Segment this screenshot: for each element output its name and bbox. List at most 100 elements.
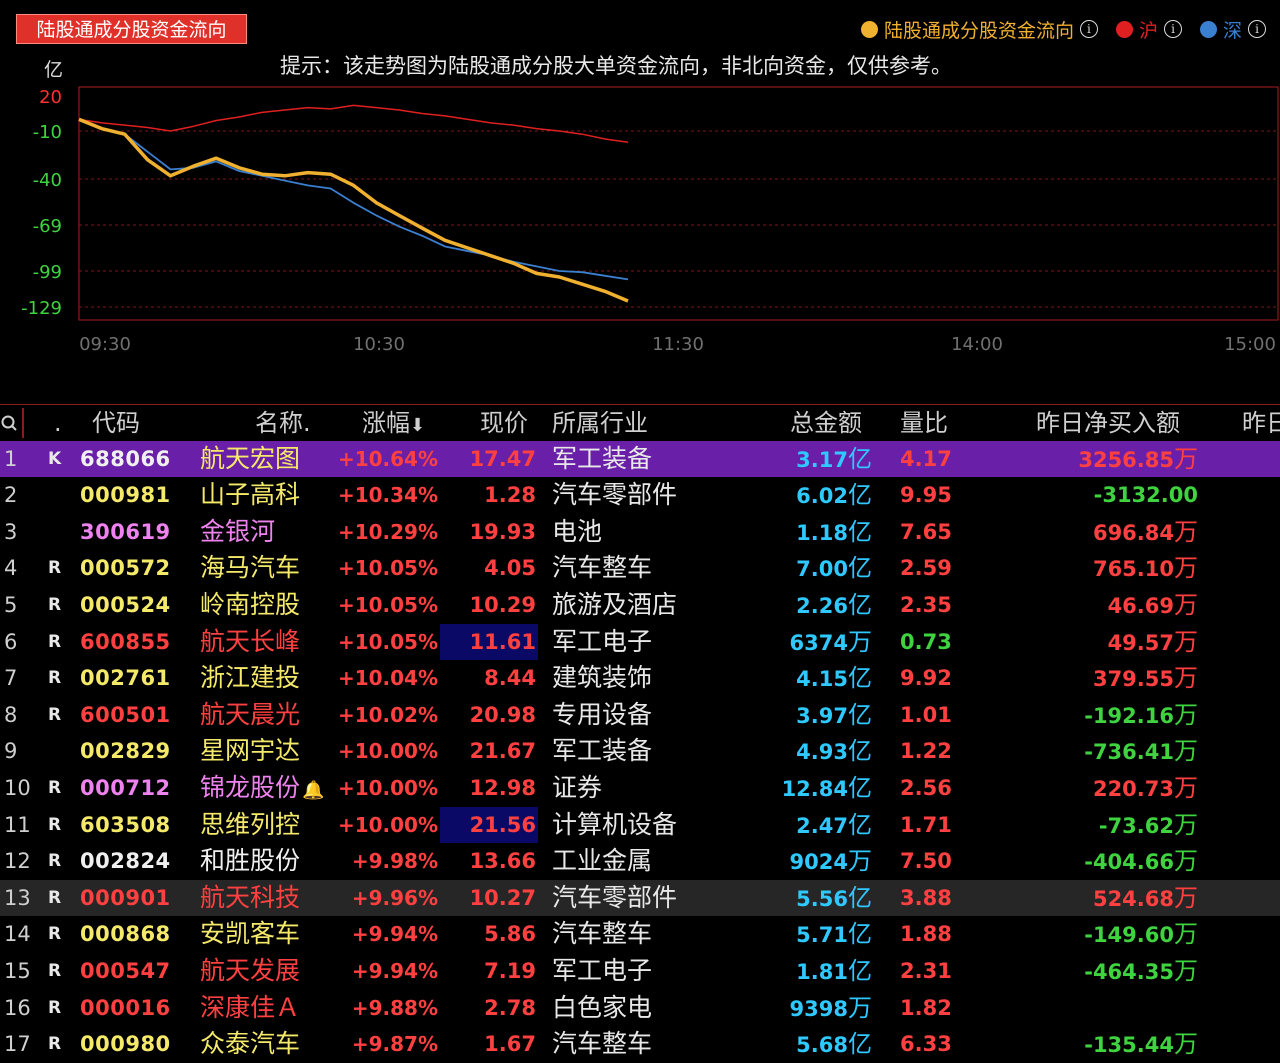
row-index: 4 — [4, 556, 18, 581]
info-icon[interactable]: i — [1163, 20, 1182, 38]
industry: 证券 — [552, 772, 603, 802]
table-row[interactable]: 7 R 002761 浙江建投 +10.04% 8.44 建筑装饰 4.15亿 9.92 379.… — [0, 660, 1280, 697]
total-amount: 6.02亿 — [796, 481, 872, 510]
net-buy: 3256.85万 — [1078, 444, 1198, 473]
header-change[interactable]: 涨幅⬇ — [362, 405, 425, 441]
industry: 军工电子 — [552, 626, 653, 656]
stock-code: 603508 — [80, 812, 171, 837]
net-buy: -149.60万 — [1084, 920, 1198, 949]
row-index: 6 — [4, 629, 18, 654]
net-unit: 万 — [1174, 883, 1198, 912]
volume-ratio: 1.82 — [900, 995, 952, 1020]
table-row[interactable]: 8 R 600501 航天晨光 +10.02% 20.98 专用设备 3.97亿 1.01 -19… — [0, 697, 1280, 734]
table-row[interactable]: 11 R 603508 思维列控 +10.00% 21.56 计算机设备 2.47亿 1.71 -… — [0, 806, 1280, 844]
change-pct: +10.02% — [337, 702, 438, 727]
row-flag: R — [48, 704, 62, 725]
table-row[interactable]: 12 R 002824 和胜股份 +9.98% 13.66 工业金属 9024万 7.50 -40… — [0, 843, 1280, 880]
table-row[interactable]: 1 K 688066 航天宏图 +10.64% 17.47 军工装备 3.17亿 4.17 325… — [0, 440, 1280, 477]
net-unit: 万 — [1174, 700, 1198, 729]
stock-name: 思维列控 — [200, 809, 301, 839]
table-row[interactable]: 6 R 600855 航天长峰 +10.05% 11.61 军工电子 6374万 0.73 49.… — [0, 623, 1280, 661]
volume-ratio: 4.17 — [900, 446, 952, 471]
table-row[interactable]: 5 R 000524 岭南控股 +10.05% 10.29 旅游及酒店 2.26亿 2.35 46… — [0, 587, 1280, 624]
volume-ratio: 0.73 — [900, 629, 952, 654]
table-row[interactable]: 2 000981 山子高科 +10.34% 1.28 汽车零部件 6.02亿 9.95 -313… — [0, 477, 1280, 514]
net-buy: 49.57万 — [1107, 627, 1198, 656]
header-price[interactable]: 现价 — [480, 405, 528, 441]
search-icon[interactable] — [0, 405, 22, 441]
net-buy: -73.62万 — [1098, 810, 1198, 839]
industry: 汽车整车 — [552, 919, 653, 949]
x-tick-label: 15:00 — [1224, 334, 1276, 355]
row-index: 8 — [4, 702, 18, 727]
stock-name: 安凯客车 — [200, 919, 301, 949]
total-amount: 5.56亿 — [796, 883, 872, 912]
legend-item[interactable]: 陆股通成分股资金流向 i — [860, 16, 1098, 43]
legend-label: 陆股通成分股资金流向 — [883, 19, 1074, 42]
bell-icon[interactable]: 🔔 — [302, 780, 324, 801]
stock-code: 002761 — [80, 666, 171, 691]
legend-item[interactable]: 深i — [1199, 16, 1266, 43]
industry: 汽车零部件 — [552, 882, 678, 912]
net-unit: 万 — [1174, 590, 1198, 619]
volume-ratio: 2.31 — [900, 958, 952, 983]
change-pct: +10.05% — [337, 592, 438, 617]
net-unit: 万 — [1174, 664, 1198, 693]
table-row[interactable]: 15 R 000547 航天发展 +9.94% 7.19 军工电子 1.81亿 2.31 -464… — [0, 953, 1280, 990]
row-flag — [48, 514, 68, 550]
stock-name: 和胜股份 — [200, 846, 301, 876]
table-row[interactable]: 14 R 000868 安凯客车 +9.94% 5.86 汽车整车 5.71亿 1.88 -149… — [0, 916, 1280, 953]
amount-unit: 亿 — [848, 773, 872, 802]
industry: 汽车整车 — [552, 553, 653, 583]
total-amount: 4.93亿 — [796, 737, 872, 766]
header-code[interactable]: 代码 — [92, 405, 140, 441]
stock-code: 688066 — [80, 446, 171, 471]
stock-name: 浙江建投 — [200, 663, 301, 693]
table-row[interactable]: 10 R 000712 锦龙股份 🔔 +10.00% 12.98 证券 12.84亿 2.56 22… — [0, 770, 1280, 807]
row-index: 1 — [4, 446, 18, 471]
net-unit: 万 — [1174, 554, 1198, 583]
industry: 专用设备 — [552, 699, 653, 729]
current-price: 1.67 — [484, 1032, 536, 1057]
table-row[interactable]: 3 300619 金银河 +10.29% 19.93 电池 1.18亿 7.65 696.84万 — [0, 514, 1280, 551]
amount-unit: 亿 — [848, 554, 872, 583]
current-price: 13.66 — [469, 849, 536, 874]
table-row[interactable]: 16 R 000016 深康佳Ａ +9.88% 2.78 白色家电 9398万 1.82 — [0, 990, 1280, 1027]
y-axis-unit: 亿 — [44, 59, 64, 81]
table-row[interactable]: 17 R 000980 众泰汽车 +9.87% 1.67 汽车整车 5.68亿 6.33 -135… — [0, 1026, 1280, 1063]
header-dot[interactable]: . — [54, 405, 62, 441]
change-pct: +10.00% — [337, 812, 438, 837]
stock-name: 航天晨光 — [200, 699, 301, 729]
net-buy: 379.55万 — [1092, 664, 1198, 693]
stock-code: 000901 — [80, 885, 171, 910]
row-index: 2 — [4, 483, 18, 508]
info-icon[interactable]: i — [1079, 20, 1098, 38]
header-amount[interactable]: 总金额 — [790, 405, 862, 441]
change-pct: +10.05% — [337, 556, 438, 581]
table-row[interactable]: 4 R 000572 海马汽车 +10.05% 4.05 汽车整车 7.00亿 2.59 765.… — [0, 550, 1280, 587]
change-pct: +9.87% — [351, 1032, 438, 1057]
stock-code: 600855 — [80, 629, 171, 654]
stock-name: 航天发展 — [200, 955, 301, 985]
header-net-buy[interactable]: 昨日净买入额 — [1036, 405, 1180, 441]
row-flag — [48, 733, 68, 769]
header-extra[interactable]: 昨日 — [1242, 405, 1280, 441]
stock-name: 航天长峰 — [200, 626, 301, 656]
net-unit: 万 — [1174, 847, 1198, 876]
net-buy: -192.16万 — [1084, 700, 1198, 729]
table-row[interactable]: 13 R 000901 航天科技 +9.96% 10.27 汽车零部件 5.56亿 3.88 52… — [0, 879, 1280, 917]
header-industry[interactable]: 所属行业 — [552, 405, 648, 441]
row-index: 3 — [4, 519, 18, 544]
info-icon[interactable]: i — [1248, 20, 1266, 38]
stock-code: 000524 — [80, 592, 171, 617]
y-tick-label: -40 — [33, 170, 62, 191]
current-price: 11.61 — [440, 623, 538, 660]
header-ratio[interactable]: 量比 — [900, 405, 948, 441]
x-tick-label: 10:30 — [353, 334, 405, 355]
legend-item[interactable]: 沪i — [1115, 16, 1182, 43]
x-tick-label: 09:30 — [79, 334, 131, 355]
chart-tab-title[interactable]: 陆股通成分股资金流向 — [16, 14, 247, 44]
net-buy: -464.35万 — [1084, 956, 1198, 985]
table-row[interactable]: 9 002829 星网宇达 +10.00% 21.67 军工装备 4.93亿 1.22 -736… — [0, 733, 1280, 770]
header-name[interactable]: 名称. — [255, 405, 311, 441]
